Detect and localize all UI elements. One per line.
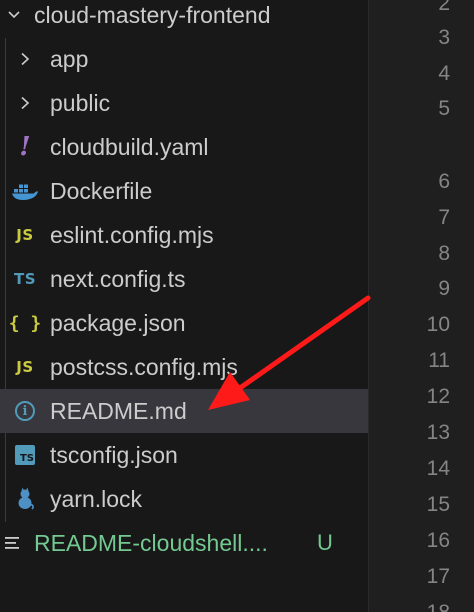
vscode-window: cloud-mastery-frontend app public ! clou… — [0, 0, 474, 612]
annotation-arrow — [208, 295, 371, 410]
